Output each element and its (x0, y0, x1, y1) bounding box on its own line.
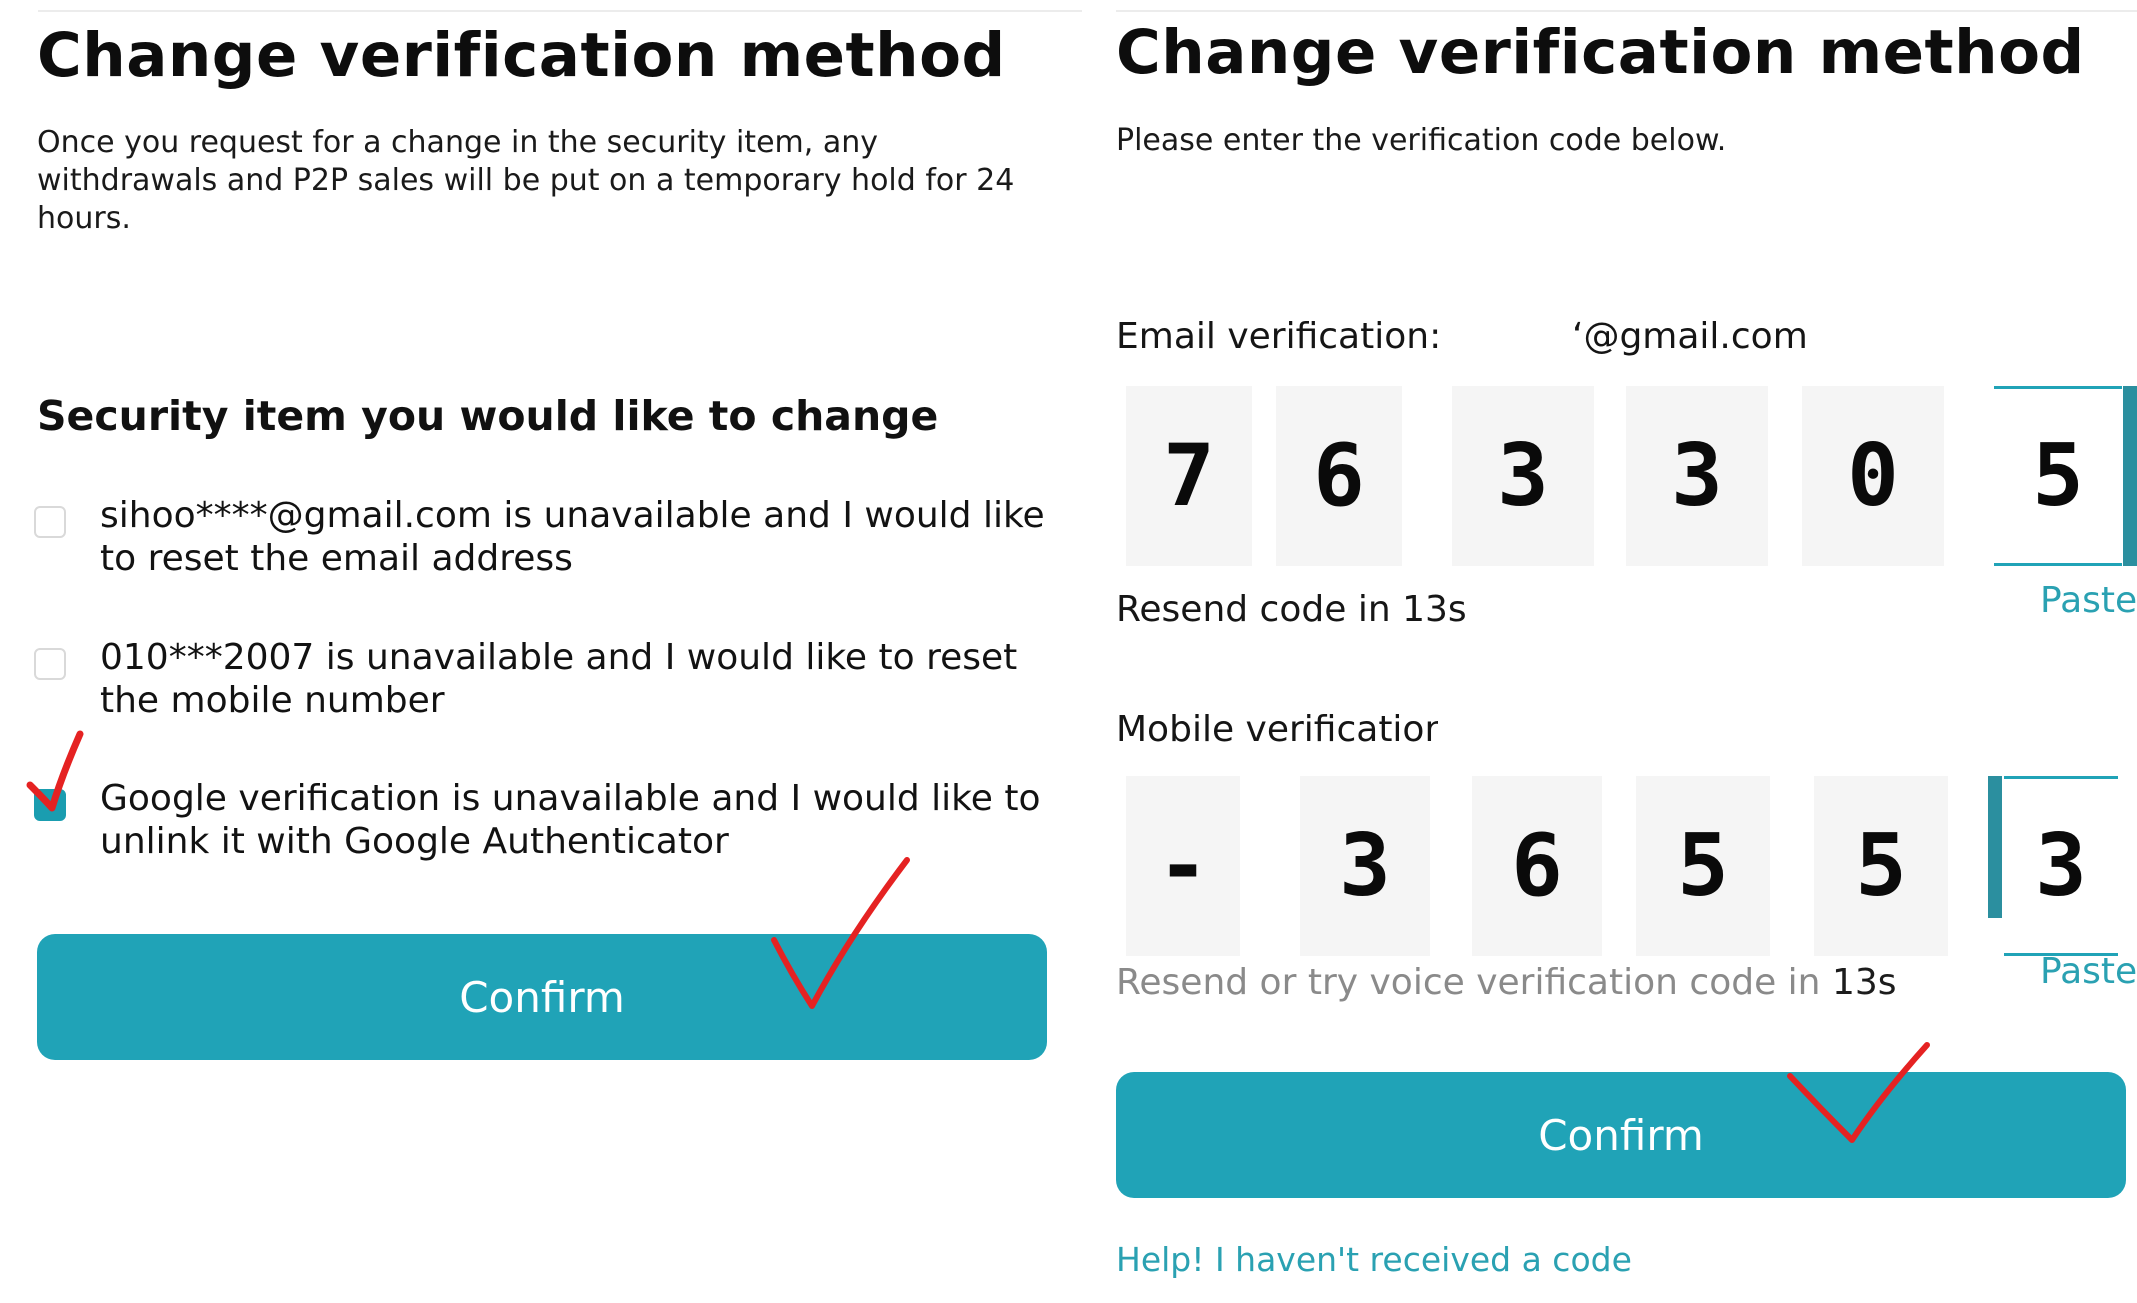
email-code-digit-1[interactable]: 7 (1126, 386, 1252, 566)
mobile-resend-countdown: Resend or try voice verification code in… (1116, 962, 1897, 1003)
top-divider (38, 10, 1082, 12)
checkbox-unlink-google[interactable] (34, 789, 66, 821)
option-label: sihoo****@gmail.com is unavailable and I… (100, 495, 1045, 579)
email-code-digit-3[interactable]: 3 (1452, 386, 1594, 566)
mobile-code-digit-2[interactable]: 3 (1300, 776, 1430, 956)
option-label: 010***2007 is unavailable and I would li… (100, 637, 1018, 721)
email-resend-countdown: Resend code in 13s (1116, 589, 1467, 630)
input-focus-bar (2123, 386, 2137, 566)
resend-countdown-value: 13s (1831, 962, 1897, 1003)
top-divider (1116, 10, 2137, 12)
confirm-button[interactable]: Confirm (37, 934, 1047, 1060)
hold-description: Once you request for a change in the sec… (37, 125, 1015, 236)
email-address: ‘@gmail.com (1572, 316, 1808, 357)
instruction-text: Please enter the verification code below… (1116, 123, 1727, 158)
resend-voice-text: Resend or try voice verification code in (1116, 962, 1821, 1003)
verification-code-screen: Change verification method Please enter … (1082, 0, 2137, 1303)
confirm-button[interactable]: Confirm (1116, 1072, 2126, 1198)
email-code-input[interactable]: 7 6 3 3 0 5 (1126, 386, 2137, 566)
email-code-digit-4[interactable]: 3 (1626, 386, 1768, 566)
email-paste-button[interactable]: Paste (2040, 580, 2137, 621)
section-title: Security item you would like to change (37, 392, 939, 440)
email-code-digit-5[interactable]: 0 (1802, 386, 1944, 566)
mobile-code-digit-3[interactable]: 6 (1472, 776, 1602, 956)
mobile-code-digit-5[interactable]: 5 (1814, 776, 1948, 956)
email-code-digit-6[interactable]: 5 (1994, 386, 2122, 566)
page-title: Change verification method (1116, 17, 2085, 88)
help-no-code-link[interactable]: Help! I haven't received a code (1116, 1240, 1632, 1279)
email-verification-label: Email verification: (1116, 316, 1442, 357)
security-item-screen: Change verification method Once you requ… (0, 0, 1082, 1303)
mobile-verification-label: Mobile verification: +010***2 (1116, 709, 1438, 750)
email-code-digit-2[interactable]: 6 (1276, 386, 1402, 566)
checkbox-reset-email[interactable] (34, 506, 66, 538)
mobile-code-input[interactable]: - 3 6 5 5 3 (1126, 776, 2137, 956)
checkbox-reset-mobile[interactable] (34, 648, 66, 680)
input-focus-bar (1988, 776, 2002, 918)
mobile-code-digit-4[interactable]: 5 (1636, 776, 1770, 956)
mobile-code-digit-1[interactable]: - (1126, 776, 1240, 956)
mobile-paste-button[interactable]: Paste (2040, 951, 2137, 992)
option-label: Google verification is unavailable and I… (100, 778, 1041, 862)
page-title: Change verification method (37, 20, 1006, 91)
mobile-code-digit-6[interactable]: 3 (2004, 776, 2118, 956)
